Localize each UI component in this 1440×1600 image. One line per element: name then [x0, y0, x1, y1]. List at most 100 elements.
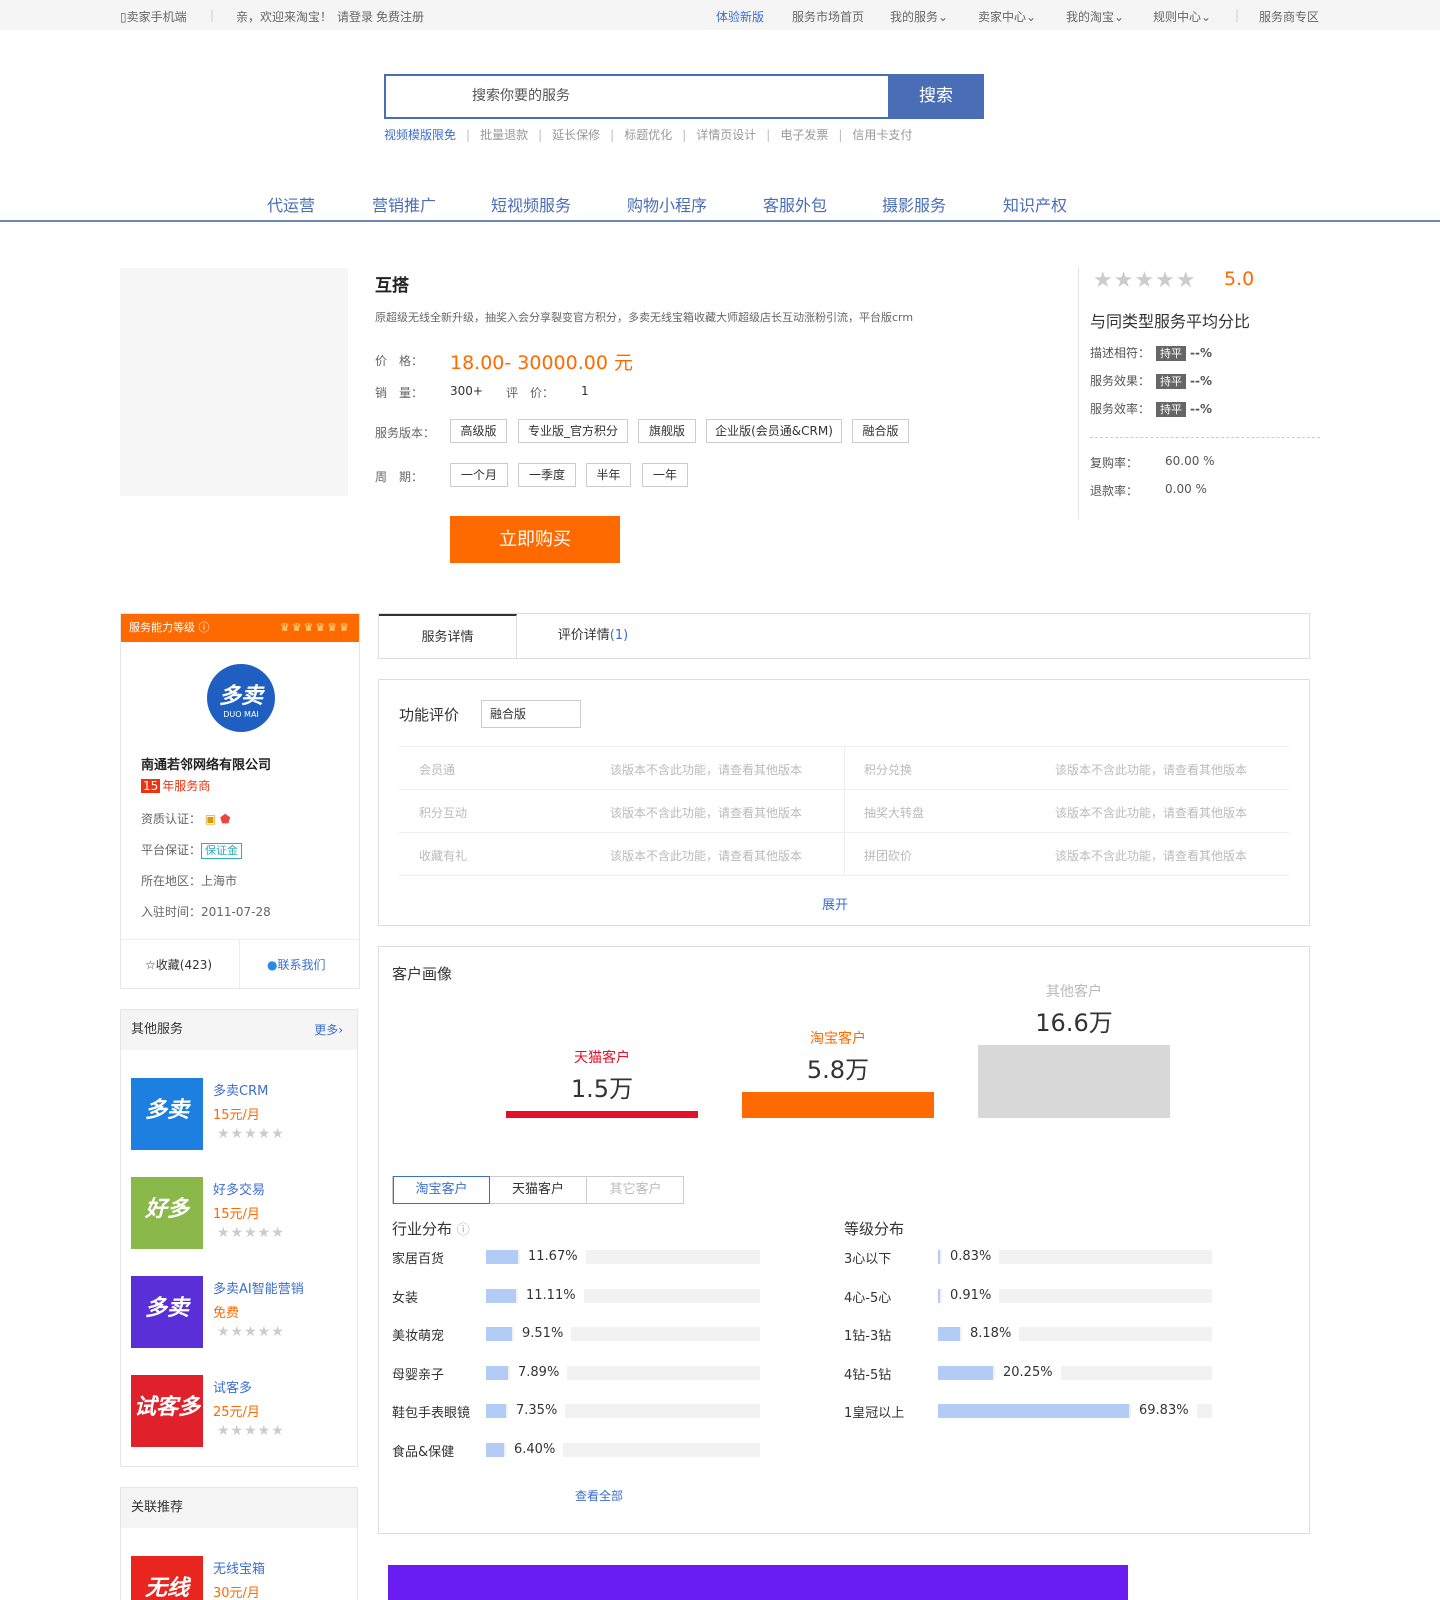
service-card[interactable]: 好多 好多交易 15元/月 ★★★★★ [131, 1177, 341, 1251]
search-button[interactable]: 搜索 [888, 74, 984, 119]
my-taobao-menu[interactable]: 我的淘宝⌄ [1066, 8, 1124, 25]
customer-type-tabs: 淘宝客户 天猫客户 其它客户 [392, 1176, 684, 1204]
more-link[interactable]: 更多› [314, 1010, 343, 1050]
service-name[interactable]: 无线宝箱 [213, 1558, 265, 1577]
function-note: 该版本不含此功能，请查看其他版本 [1055, 806, 1248, 820]
market-home-link[interactable]: 服务市场首页 [792, 8, 864, 25]
divider [1090, 437, 1320, 438]
service-card[interactable]: 试客多 试客多 25元/月 ★★★★★ [131, 1375, 341, 1449]
joined-row: 入驻时间：2011-07-28 [141, 903, 271, 920]
service-name[interactable]: 多卖AI智能营销 [213, 1278, 304, 1297]
bar-fill [486, 1404, 506, 1419]
service-card[interactable]: 多卖 多卖AI智能营销 免费 ★★★★★ [131, 1276, 341, 1350]
related-title: 关联推荐 [131, 1500, 184, 1515]
provider-zone-link[interactable]: 服务商专区 [1259, 8, 1319, 25]
my-service-menu[interactable]: 我的服务⌄ [890, 8, 948, 25]
contact-label: 联系我们 [277, 958, 326, 972]
hot-keyword[interactable]: 标题优化 [624, 128, 672, 142]
logo-text: 多卖 [218, 684, 263, 709]
buy-now-button[interactable]: 立即购买 [450, 516, 620, 563]
category-label: 1钻-3钻 [844, 1329, 892, 1345]
hot-keyword[interactable]: 批量退款 [480, 128, 528, 142]
promo-banner[interactable] [388, 1565, 1128, 1600]
version-option[interactable]: 旗舰版 [638, 419, 696, 443]
percent-label: 7.89% [510, 1363, 568, 1382]
login-link[interactable]: 请登录 [337, 8, 373, 25]
service-name[interactable]: 好多交易 [213, 1179, 265, 1198]
period-option[interactable]: 半年 [586, 463, 631, 487]
category-nav-item[interactable]: 摄影服务 [882, 192, 946, 216]
service-name[interactable]: 多卖CRM [213, 1080, 268, 1099]
period-option[interactable]: 一年 [642, 463, 688, 487]
mobile-link[interactable]: ▯卖家手机端 [120, 8, 187, 25]
provider-logo[interactable]: 多卖 DUO MAI [207, 664, 275, 732]
hot-keyword[interactable]: 电子发票 [780, 128, 828, 142]
new-version-link[interactable]: 体验新版 [716, 8, 764, 25]
customer-persona-panel: 客户画像 1.5万 天猫客户 5.8万 淘宝客户 16.6万 其他客户 淘宝客户 天猫客户… [378, 946, 1310, 1534]
search-input[interactable]: 搜索你要的服务 [384, 74, 888, 119]
function-row: 积分互动 该版本不含此功能，请查看其他版本 抽奖大转盘 该版本不含此功能，请查看其他版… [399, 789, 1289, 833]
period-option[interactable]: 一个月 [450, 463, 508, 487]
sales-label: 销 量： [375, 386, 424, 400]
product-description: 原超级无线全新升级，抽奖入会分享裂变官方积分，多卖无线宝箱收藏大师超级店长互动涨… [375, 311, 914, 324]
rules-menu[interactable]: 规则中心⌄ [1153, 8, 1211, 25]
tab-tmall-customers[interactable]: 天猫客户 [490, 1177, 587, 1203]
category-nav-item[interactable]: 客服外包 [763, 192, 827, 216]
category-nav: 代运营 营销推广 短视频服务 购物小程序 客服外包 摄影服务 知识产权 [0, 186, 1440, 222]
tab-reviews[interactable]: 评价详情(1) [517, 614, 669, 658]
help-icon[interactable]: ⓘ [457, 1223, 470, 1238]
seller-center-menu[interactable]: 卖家中心⌄ [978, 8, 1036, 25]
view-all-link[interactable]: 查看全部 [575, 1487, 623, 1504]
distribution-row: 1皇冠以上 69.83% [844, 1400, 1224, 1421]
detail-tabs: 服务详情 评价详情(1) [378, 613, 1310, 659]
divider: | [610, 128, 615, 142]
joined-label: 入驻时间： [141, 905, 202, 919]
hot-keyword[interactable]: 延长保修 [552, 128, 600, 142]
category-nav-item[interactable]: 代运营 [267, 192, 315, 216]
company-name[interactable]: 南通若邻网络有限公司 [141, 754, 271, 773]
percent-label: 69.83% [1131, 1402, 1197, 1421]
expand-link[interactable]: 展开 [822, 894, 848, 913]
tab-taobao-customers[interactable]: 淘宝客户 [393, 1176, 490, 1204]
version-select[interactable]: 融合版 [481, 700, 581, 728]
category-nav-item[interactable]: 购物小程序 [627, 192, 707, 216]
category-label: 4心-5心 [844, 1290, 892, 1306]
tab-other-customers[interactable]: 其它客户 [587, 1177, 684, 1203]
related-item[interactable]: 无线 无线宝箱 30元/月 [131, 1556, 341, 1600]
divider [844, 747, 845, 790]
version-option[interactable]: 高级版 [450, 419, 507, 443]
register-link[interactable]: 免费注册 [376, 8, 424, 25]
search-bar: 搜索你要的服务 搜索 [384, 74, 984, 119]
service-card[interactable]: 多卖 多卖CRM 15元/月 ★★★★★ [131, 1078, 341, 1152]
category-nav-item[interactable]: 短视频服务 [491, 192, 571, 216]
category-label: 4钻-5钻 [844, 1367, 892, 1383]
star-rating: ★★★★★ [217, 1423, 285, 1439]
favorite-button[interactable]: ☆收藏(423) [145, 956, 212, 973]
tab-service-detail[interactable]: 服务详情 [379, 614, 517, 658]
bar-fill [486, 1250, 518, 1264]
hot-keyword[interactable]: 视频模版限免 [384, 128, 456, 142]
contact-button[interactable]: ●联系我们 [267, 956, 326, 973]
period-option[interactable]: 一季度 [518, 463, 576, 487]
category-nav-item[interactable]: 营销推广 [372, 192, 436, 216]
chevron-down-icon: ⌄ [938, 10, 949, 24]
service-thumbnail: 无线 [131, 1556, 203, 1600]
version-option[interactable]: 专业版_官方积分 [518, 419, 628, 443]
welcome-text: 亲，欢迎来淘宝！ [236, 10, 333, 24]
flat-badge: 持平 [1156, 402, 1187, 417]
customer-count: 16.6万 [1035, 1009, 1113, 1037]
version-option[interactable]: 融合版 [852, 419, 909, 443]
category-nav-item[interactable]: 知识产权 [1003, 192, 1067, 216]
hot-keyword[interactable]: 详情页设计 [696, 128, 756, 142]
help-icon[interactable]: ⓘ [199, 621, 210, 634]
version-option[interactable]: 企业版(会员通&CRM) [706, 419, 842, 443]
customer-type-label: 淘宝客户 [810, 1031, 866, 1047]
customer-count: 1.5万 [570, 1075, 634, 1103]
bar-fill [486, 1288, 516, 1303]
hot-keyword[interactable]: 信用卡支付 [852, 128, 912, 142]
service-name[interactable]: 试客多 [213, 1377, 252, 1396]
distribution-row: 鞋包手表眼镜 7.35% [392, 1400, 772, 1421]
compare-row: 服务效率： 持平 --% [1090, 400, 1212, 417]
function-name: 抽奖大转盘 [864, 806, 925, 820]
percent-label: 6.40% [506, 1441, 564, 1459]
